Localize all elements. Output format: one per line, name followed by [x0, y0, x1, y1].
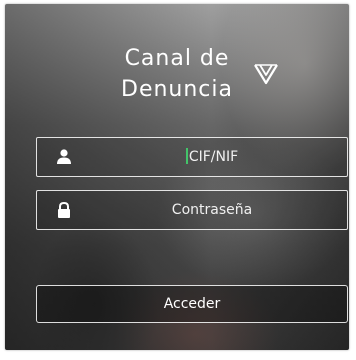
password-input[interactable]: Contraseña: [36, 190, 348, 230]
password-placeholder: Contraseña: [171, 202, 253, 218]
v-shield-logo-icon: [254, 64, 278, 85]
cif-nif-placeholder: CIF/NIF: [188, 149, 239, 165]
app-branding: Canal de Denuncia: [102, 47, 282, 107]
login-screen: Canal de Denuncia CIF/NIF Contraseña Acc…: [5, 4, 349, 350]
app-title-line1: Canal de: [124, 46, 230, 71]
text-cursor: [185, 148, 188, 164]
cif-nif-input[interactable]: CIF/NIF: [36, 137, 348, 177]
lock-icon: [58, 201, 70, 218]
app-title-line2: Denuncia: [121, 77, 233, 102]
login-button[interactable]: Acceder: [36, 285, 348, 323]
user-icon: [57, 149, 71, 164]
